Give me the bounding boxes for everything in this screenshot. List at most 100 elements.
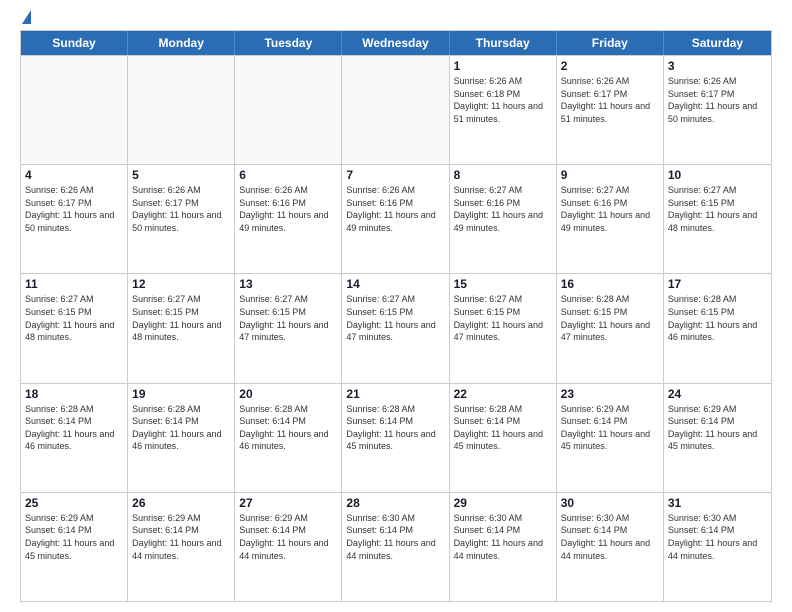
day-info: Sunrise: 6:26 AMSunset: 6:17 PMDaylight:… [25,184,123,234]
day-info: Sunrise: 6:28 AMSunset: 6:14 PMDaylight:… [132,403,230,453]
cal-row-4: 25 Sunrise: 6:29 AMSunset: 6:14 PMDayligh… [21,492,771,601]
day-cell-17: 17 Sunrise: 6:28 AMSunset: 6:15 PMDayligh… [664,274,771,382]
header-cell-thursday: Thursday [450,31,557,55]
day-info: Sunrise: 6:26 AMSunset: 6:16 PMDaylight:… [239,184,337,234]
day-info: Sunrise: 6:28 AMSunset: 6:15 PMDaylight:… [561,293,659,343]
day-number: 14 [346,277,444,291]
header-cell-friday: Friday [557,31,664,55]
day-cell-27: 27 Sunrise: 6:29 AMSunset: 6:14 PMDayligh… [235,493,342,601]
day-number: 26 [132,496,230,510]
calendar-header: SundayMondayTuesdayWednesdayThursdayFrid… [21,31,771,55]
day-cell-18: 18 Sunrise: 6:28 AMSunset: 6:14 PMDayligh… [21,384,128,492]
day-cell-15: 15 Sunrise: 6:27 AMSunset: 6:15 PMDayligh… [450,274,557,382]
day-cell-empty [342,56,449,164]
day-cell-23: 23 Sunrise: 6:29 AMSunset: 6:14 PMDayligh… [557,384,664,492]
header-cell-monday: Monday [128,31,235,55]
header-cell-saturday: Saturday [664,31,771,55]
day-cell-empty [235,56,342,164]
day-number: 28 [346,496,444,510]
header-cell-wednesday: Wednesday [342,31,449,55]
day-info: Sunrise: 6:29 AMSunset: 6:14 PMDaylight:… [132,512,230,562]
day-info: Sunrise: 6:27 AMSunset: 6:15 PMDaylight:… [132,293,230,343]
header-cell-tuesday: Tuesday [235,31,342,55]
day-info: Sunrise: 6:30 AMSunset: 6:14 PMDaylight:… [668,512,767,562]
day-number: 17 [668,277,767,291]
day-number: 4 [25,168,123,182]
day-number: 7 [346,168,444,182]
cal-row-1: 4 Sunrise: 6:26 AMSunset: 6:17 PMDaylight… [21,164,771,273]
day-number: 11 [25,277,123,291]
day-info: Sunrise: 6:26 AMSunset: 6:17 PMDaylight:… [668,75,767,125]
day-info: Sunrise: 6:29 AMSunset: 6:14 PMDaylight:… [239,512,337,562]
day-cell-31: 31Sunrise: 6:30 AMSunset: 6:14 PMDayligh… [664,493,771,601]
day-cell-26: 26 Sunrise: 6:29 AMSunset: 6:14 PMDayligh… [128,493,235,601]
day-number: 5 [132,168,230,182]
day-number: 1 [454,59,552,73]
day-info: Sunrise: 6:28 AMSunset: 6:14 PMDaylight:… [25,403,123,453]
header-cell-sunday: Sunday [21,31,128,55]
day-info: Sunrise: 6:28 AMSunset: 6:15 PMDaylight:… [668,293,767,343]
day-cell-3: 3 Sunrise: 6:26 AMSunset: 6:17 PMDaylight… [664,56,771,164]
day-number: 23 [561,387,659,401]
day-cell-24: 24 Sunrise: 6:29 AMSunset: 6:14 PMDayligh… [664,384,771,492]
cal-row-0: 1 Sunrise: 6:26 AMSunset: 6:18 PMDaylight… [21,55,771,164]
day-cell-20: 20 Sunrise: 6:28 AMSunset: 6:14 PMDayligh… [235,384,342,492]
day-number: 15 [454,277,552,291]
calendar-body: 1 Sunrise: 6:26 AMSunset: 6:18 PMDaylight… [21,55,771,601]
day-number: 20 [239,387,337,401]
cal-row-2: 11 Sunrise: 6:27 AMSunset: 6:15 PMDayligh… [21,273,771,382]
day-cell-25: 25 Sunrise: 6:29 AMSunset: 6:14 PMDayligh… [21,493,128,601]
day-info: Sunrise: 6:30 AMSunset: 6:14 PMDaylight:… [561,512,659,562]
day-number: 24 [668,387,767,401]
day-info: Sunrise: 6:29 AMSunset: 6:14 PMDaylight:… [668,403,767,453]
day-cell-empty [128,56,235,164]
day-number: 27 [239,496,337,510]
day-info: Sunrise: 6:27 AMSunset: 6:16 PMDaylight:… [454,184,552,234]
day-info: Sunrise: 6:26 AMSunset: 6:17 PMDaylight:… [132,184,230,234]
day-number: 22 [454,387,552,401]
day-cell-6: 6 Sunrise: 6:26 AMSunset: 6:16 PMDaylight… [235,165,342,273]
day-number: 6 [239,168,337,182]
day-cell-4: 4 Sunrise: 6:26 AMSunset: 6:17 PMDaylight… [21,165,128,273]
day-cell-21: 21 Sunrise: 6:28 AMSunset: 6:14 PMDayligh… [342,384,449,492]
day-cell-10: 10 Sunrise: 6:27 AMSunset: 6:15 PMDayligh… [664,165,771,273]
day-number: 21 [346,387,444,401]
day-cell-9: 9Sunrise: 6:27 AMSunset: 6:16 PMDaylight… [557,165,664,273]
day-cell-empty [21,56,128,164]
day-number: 25 [25,496,123,510]
day-info: Sunrise: 6:26 AMSunset: 6:18 PMDaylight:… [454,75,552,125]
day-cell-16: 16Sunrise: 6:28 AMSunset: 6:15 PMDayligh… [557,274,664,382]
day-cell-19: 19Sunrise: 6:28 AMSunset: 6:14 PMDayligh… [128,384,235,492]
day-number: 12 [132,277,230,291]
day-number: 30 [561,496,659,510]
day-cell-5: 5 Sunrise: 6:26 AMSunset: 6:17 PMDaylight… [128,165,235,273]
day-cell-28: 28 Sunrise: 6:30 AMSunset: 6:14 PMDayligh… [342,493,449,601]
day-number: 8 [454,168,552,182]
day-number: 13 [239,277,337,291]
day-info: Sunrise: 6:27 AMSunset: 6:15 PMDaylight:… [454,293,552,343]
day-number: 9 [561,168,659,182]
day-number: 29 [454,496,552,510]
day-info: Sunrise: 6:29 AMSunset: 6:14 PMDaylight:… [561,403,659,453]
day-info: Sunrise: 6:30 AMSunset: 6:14 PMDaylight:… [346,512,444,562]
day-info: Sunrise: 6:30 AMSunset: 6:14 PMDaylight:… [454,512,552,562]
day-cell-7: 7 Sunrise: 6:26 AMSunset: 6:16 PMDaylight… [342,165,449,273]
day-cell-8: 8 Sunrise: 6:27 AMSunset: 6:16 PMDaylight… [450,165,557,273]
day-info: Sunrise: 6:27 AMSunset: 6:15 PMDaylight:… [239,293,337,343]
day-cell-12: 12 Sunrise: 6:27 AMSunset: 6:15 PMDayligh… [128,274,235,382]
day-info: Sunrise: 6:27 AMSunset: 6:15 PMDaylight:… [25,293,123,343]
logo [20,16,31,22]
day-info: Sunrise: 6:28 AMSunset: 6:14 PMDaylight:… [239,403,337,453]
day-info: Sunrise: 6:29 AMSunset: 6:14 PMDaylight:… [25,512,123,562]
day-number: 18 [25,387,123,401]
day-number: 3 [668,59,767,73]
day-info: Sunrise: 6:27 AMSunset: 6:15 PMDaylight:… [668,184,767,234]
day-info: Sunrise: 6:28 AMSunset: 6:14 PMDaylight:… [346,403,444,453]
day-cell-30: 30 Sunrise: 6:30 AMSunset: 6:14 PMDayligh… [557,493,664,601]
day-info: Sunrise: 6:26 AMSunset: 6:17 PMDaylight:… [561,75,659,125]
day-number: 10 [668,168,767,182]
day-cell-22: 22Sunrise: 6:28 AMSunset: 6:14 PMDayligh… [450,384,557,492]
day-cell-2: 2 Sunrise: 6:26 AMSunset: 6:17 PMDaylight… [557,56,664,164]
day-number: 2 [561,59,659,73]
day-info: Sunrise: 6:26 AMSunset: 6:16 PMDaylight:… [346,184,444,234]
